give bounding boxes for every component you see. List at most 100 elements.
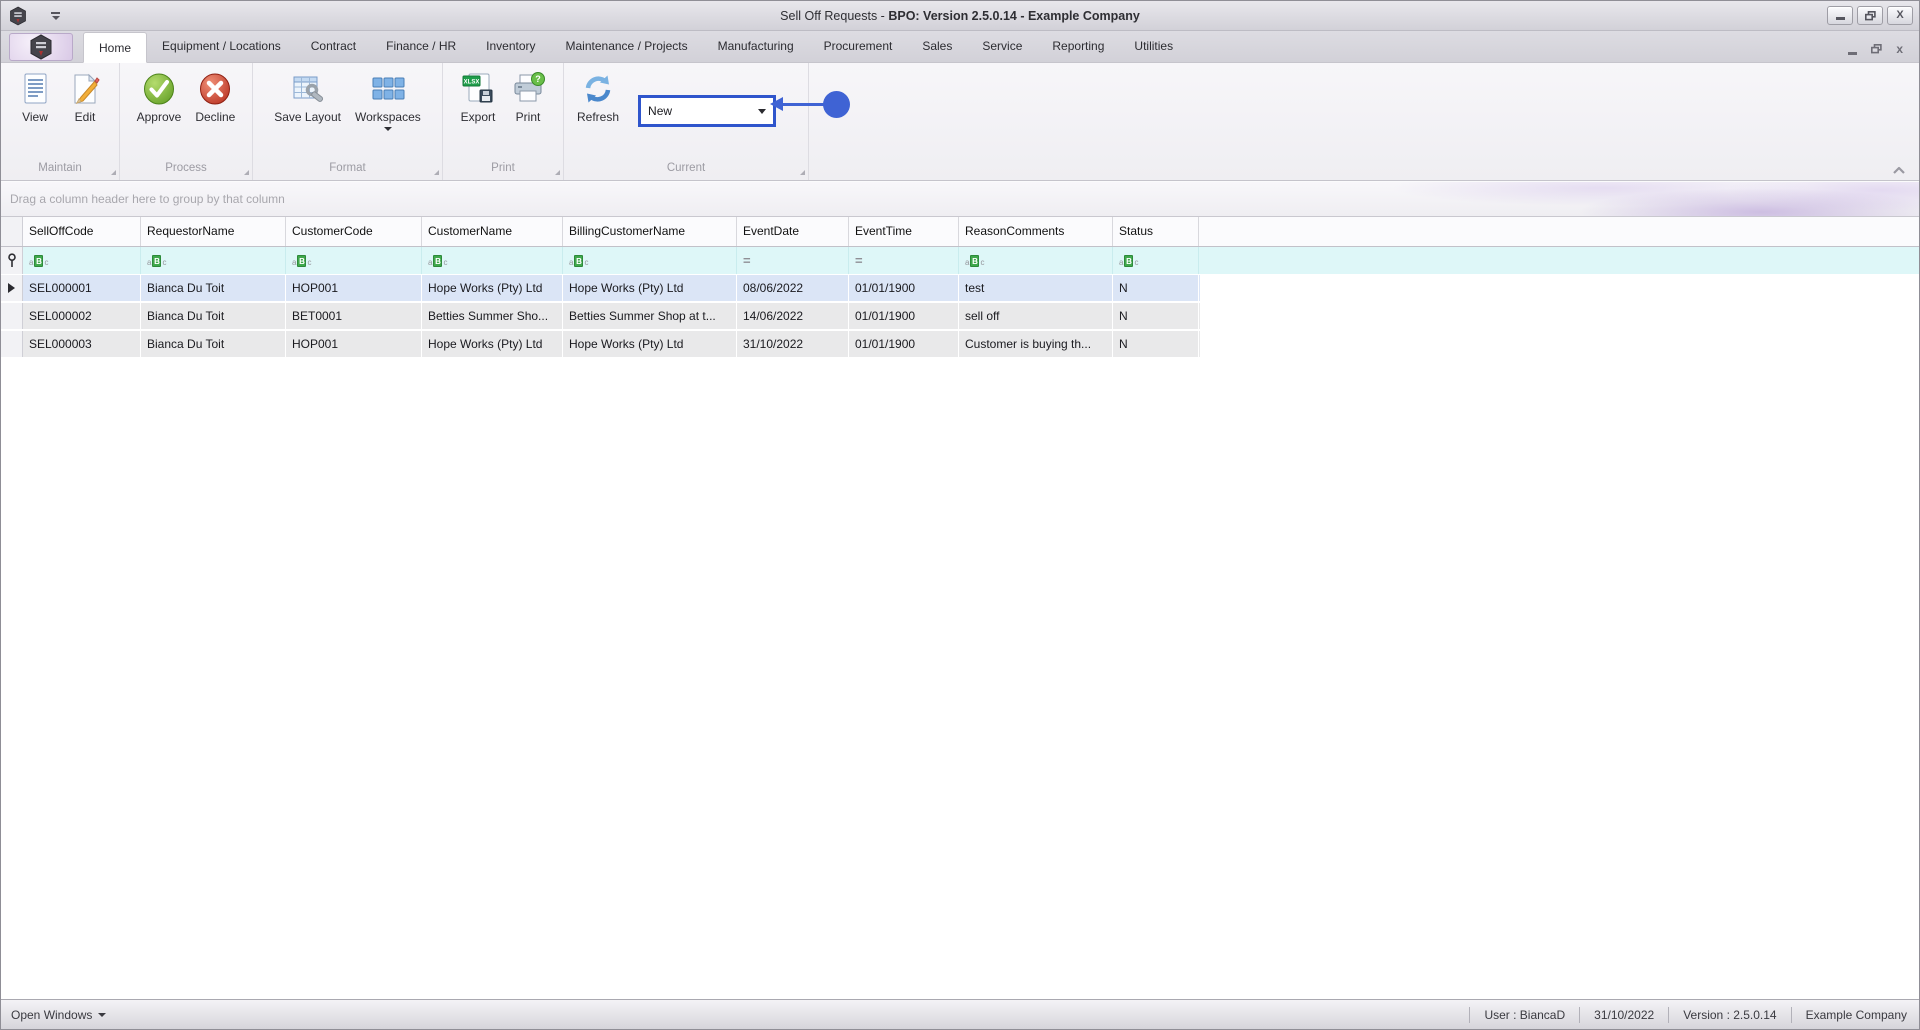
cell-reasoncomments[interactable]: sell off [959, 303, 1113, 329]
tab-service[interactable]: Service [967, 31, 1037, 62]
cell-status[interactable]: N [1113, 303, 1199, 329]
filter-cell-requestorname[interactable]: aBc [141, 247, 286, 274]
mdi-close-icon[interactable]: x [1896, 42, 1903, 56]
cell-customercode[interactable]: BET0001 [286, 303, 422, 329]
green-check-icon [143, 73, 174, 105]
svg-text:?: ? [535, 74, 541, 84]
cell-billingcustomername[interactable]: Betties Summer Shop at t... [563, 303, 737, 329]
column-header-eventdate[interactable]: EventDate [737, 217, 849, 246]
table-row[interactable]: SEL000001 Bianca Du Toit HOP001 Hope Wor… [1, 275, 1200, 303]
cell-requestorname[interactable]: Bianca Du Toit [141, 331, 286, 357]
column-header-customername[interactable]: CustomerName [422, 217, 563, 246]
tab-maintenance-projects[interactable]: Maintenance / Projects [551, 31, 703, 62]
cell-eventdate[interactable]: 14/06/2022 [737, 303, 849, 329]
save-layout-button-label: Save Layout [274, 110, 341, 124]
chevron-down-icon [383, 127, 392, 131]
selected-row-arrow-icon [8, 283, 15, 293]
tab-utilities[interactable]: Utilities [1119, 31, 1188, 62]
tab-manufacturing[interactable]: Manufacturing [703, 31, 809, 62]
close-button[interactable]: X [1887, 6, 1913, 25]
group-by-panel[interactable]: Drag a column header here to group by th… [1, 181, 1919, 217]
cell-customername[interactable]: Hope Works (Pty) Ltd [422, 331, 563, 357]
export-button[interactable]: XLSX Export [453, 68, 503, 127]
current-filter-combo[interactable]: New [638, 95, 777, 127]
app-logo-icon [30, 34, 52, 60]
tab-home[interactable]: Home [83, 32, 148, 63]
ribbon-group-process: Approve Decline Process [120, 63, 253, 180]
view-button[interactable]: View [10, 68, 60, 127]
tab-contract[interactable]: Contract [296, 31, 371, 62]
cell-eventtime[interactable]: 01/01/1900 [849, 275, 959, 301]
application-menu-button[interactable] [9, 33, 73, 61]
group-dialog-launcher-icon[interactable] [800, 170, 805, 175]
cell-requestorname[interactable]: Bianca Du Toit [141, 303, 286, 329]
workspaces-button[interactable]: Workspaces [348, 68, 428, 134]
mdi-restore-icon[interactable] [1871, 44, 1883, 54]
cell-billingcustomername[interactable]: Hope Works (Pty) Ltd [563, 275, 737, 301]
cell-status[interactable]: N [1113, 331, 1199, 357]
mdi-minimize-icon[interactable] [1848, 51, 1858, 55]
refresh-button[interactable]: Refresh [570, 68, 626, 127]
save-layout-button[interactable]: Save Layout [267, 68, 348, 127]
tab-reporting[interactable]: Reporting [1037, 31, 1119, 62]
column-header-requestorname[interactable]: RequestorName [141, 217, 286, 246]
column-header-reasoncomments[interactable]: ReasonComments [959, 217, 1113, 246]
cell-eventdate[interactable]: 31/10/2022 [737, 331, 849, 357]
filter-cell-selloffcode[interactable]: aBc [23, 247, 141, 274]
cell-customercode[interactable]: HOP001 [286, 275, 422, 301]
ribbon-group-format: Save Layout Workspaces Format [253, 63, 443, 180]
filter-cell-eventtime[interactable]: = [849, 247, 959, 274]
mdi-window-controls: x [1848, 42, 1913, 62]
column-header-customercode[interactable]: CustomerCode [286, 217, 422, 246]
cell-customername[interactable]: Betties Summer Sho... [422, 303, 563, 329]
print-button[interactable]: ? Print [503, 68, 553, 127]
group-dialog-launcher-icon[interactable] [434, 170, 439, 175]
quick-access-dropdown-icon[interactable] [51, 11, 60, 20]
column-header-eventtime[interactable]: EventTime [849, 217, 959, 246]
cell-customercode[interactable]: HOP001 [286, 331, 422, 357]
tab-equipment-locations[interactable]: Equipment / Locations [147, 31, 296, 62]
cell-reasoncomments[interactable]: test [959, 275, 1113, 301]
filter-cell-eventdate[interactable]: = [737, 247, 849, 274]
column-header-selloffcode[interactable]: SellOffCode [23, 217, 141, 246]
status-date: 31/10/2022 [1594, 1007, 1655, 1022]
tab-finance-hr[interactable]: Finance / HR [371, 31, 471, 62]
tab-inventory[interactable]: Inventory [471, 31, 550, 62]
column-header-billingcustomername[interactable]: BillingCustomerName [563, 217, 737, 246]
table-row[interactable]: SEL000002 Bianca Du Toit BET0001 Betties… [1, 303, 1200, 331]
cell-selloffcode[interactable]: SEL000003 [23, 331, 141, 357]
status-version: Version : 2.5.0.14 [1683, 1007, 1777, 1022]
cell-reasoncomments[interactable]: Customer is buying th... [959, 331, 1113, 357]
cell-customername[interactable]: Hope Works (Pty) Ltd [422, 275, 563, 301]
cell-eventtime[interactable]: 01/01/1900 [849, 331, 959, 357]
cell-eventdate[interactable]: 08/06/2022 [737, 275, 849, 301]
collapse-ribbon-icon[interactable] [1891, 164, 1907, 176]
filter-cell-customercode[interactable]: aBc [286, 247, 422, 274]
cell-status[interactable]: N [1113, 275, 1199, 301]
decline-button[interactable]: Decline [188, 68, 242, 127]
cell-billingcustomername[interactable]: Hope Works (Pty) Ltd [563, 331, 737, 357]
tab-sales[interactable]: Sales [907, 31, 967, 62]
table-wrench-icon [293, 76, 323, 102]
decline-button-label: Decline [195, 110, 236, 124]
edit-button[interactable]: Edit [60, 68, 110, 127]
text-filter-icon: aBc [569, 254, 589, 267]
group-dialog-launcher-icon[interactable] [244, 170, 249, 175]
approve-button[interactable]: Approve [130, 68, 189, 127]
filter-cell-status[interactable]: aBc [1113, 247, 1199, 274]
cell-eventtime[interactable]: 01/01/1900 [849, 303, 959, 329]
cell-requestorname[interactable]: Bianca Du Toit [141, 275, 286, 301]
restore-button[interactable] [1857, 6, 1883, 25]
column-header-status[interactable]: Status [1113, 217, 1199, 246]
filter-cell-billingcustomername[interactable]: aBc [563, 247, 737, 274]
cell-selloffcode[interactable]: SEL000002 [23, 303, 141, 329]
cell-selloffcode[interactable]: SEL000001 [23, 275, 141, 301]
filter-cell-reasoncomments[interactable]: aBc [959, 247, 1113, 274]
group-dialog-launcher-icon[interactable] [555, 170, 560, 175]
open-windows-button[interactable]: Open Windows [11, 1008, 107, 1022]
tab-procurement[interactable]: Procurement [809, 31, 908, 62]
group-dialog-launcher-icon[interactable] [111, 170, 116, 175]
minimize-button[interactable] [1827, 6, 1853, 25]
table-row[interactable]: SEL000003 Bianca Du Toit HOP001 Hope Wor… [1, 331, 1200, 359]
filter-cell-customername[interactable]: aBc [422, 247, 563, 274]
